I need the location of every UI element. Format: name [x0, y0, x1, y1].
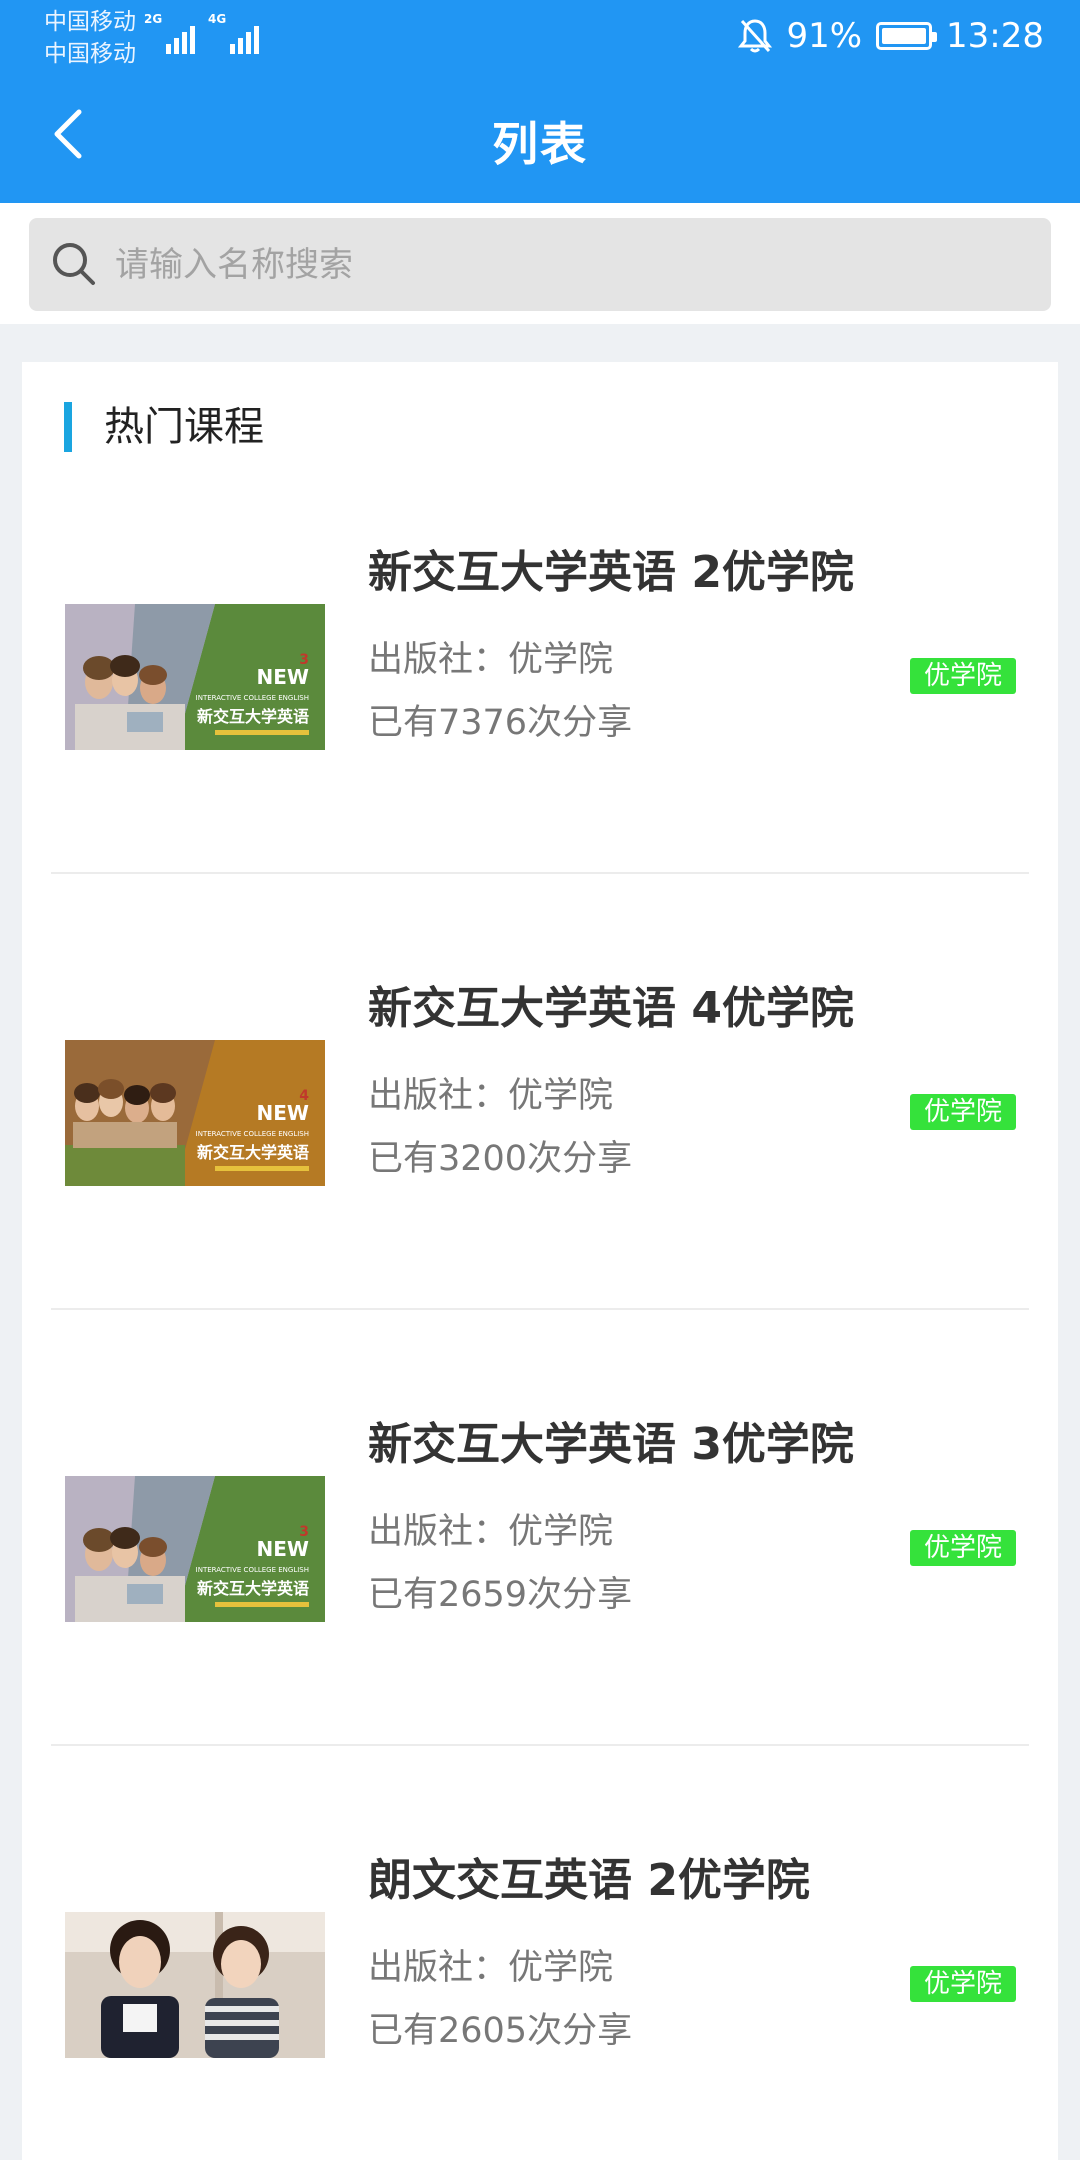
- search-box[interactable]: [29, 218, 1051, 311]
- cover-subtitle: INTERACTIVE COLLEGE ENGLISH: [196, 1130, 309, 1138]
- signal-2-label: 4G: [208, 12, 227, 26]
- course-title[interactable]: 新交互大学英语 3优学院: [368, 1408, 854, 1472]
- cover-subtitle: INTERACTIVE COLLEGE ENGLISH: [196, 694, 309, 702]
- signal-1-label: 2G: [144, 12, 163, 26]
- search-icon: [53, 242, 95, 285]
- divider: [51, 1744, 1029, 1746]
- signal-bars-icon: [230, 20, 270, 54]
- course-cover-image: 3 NEW INTERACTIVE COLLEGE ENGLISH 新交互大学英…: [65, 604, 325, 750]
- course-publisher: 出版社：优学院: [368, 1512, 614, 1552]
- course-share-count: 已有2659次分享: [368, 1575, 633, 1615]
- carrier-2: 中国移动: [44, 41, 136, 67]
- course-publisher: 出版社：优学院: [368, 1948, 614, 1988]
- search-area: [0, 203, 1080, 324]
- course-share-count: 已有3200次分享: [368, 1139, 633, 1179]
- course-cover-image: [65, 1912, 325, 2058]
- section-accent-bar: [64, 402, 72, 452]
- cover-brand: NEW: [257, 1537, 309, 1561]
- app-header: 中国移动 中国移动 2G 4G 91% 13:28 列表: [0, 0, 1080, 203]
- course-title[interactable]: 新交互大学英语 2优学院: [368, 536, 854, 600]
- signal-bars-icon: [166, 20, 206, 54]
- course-item[interactable]: 3 NEW INTERACTIVE COLLEGE ENGLISH 新交互大学英…: [22, 1318, 1058, 1754]
- search-input[interactable]: [103, 218, 1051, 311]
- cover-title: 新交互大学英语: [197, 707, 309, 726]
- cover-brand: NEW: [257, 665, 309, 689]
- battery-icon: [876, 22, 938, 50]
- page-title: 列表: [492, 117, 588, 171]
- course-title[interactable]: 朗文交互英语 2优学院: [368, 1844, 810, 1908]
- course-cover-image: 4 NEW INTERACTIVE COLLEGE ENGLISH 新交互大学英…: [65, 1040, 325, 1186]
- course-list-card: 热门课程 3 NEW INTERACTIVE COLLEGE ENGLISH 新…: [22, 362, 1058, 2160]
- publisher-tag: 优学院: [910, 1094, 1016, 1130]
- cover-brand: NEW: [257, 1101, 309, 1125]
- status-bar: 中国移动 中国移动 2G 4G 91% 13:28: [0, 0, 1080, 70]
- course-item[interactable]: 3 NEW INTERACTIVE COLLEGE ENGLISH 新交互大学英…: [22, 446, 1058, 882]
- publisher-tag: 优学院: [910, 1530, 1016, 1566]
- cover-title: 新交互大学英语: [197, 1143, 309, 1162]
- course-item[interactable]: 4 NEW INTERACTIVE COLLEGE ENGLISH 新交互大学英…: [22, 882, 1058, 1318]
- carrier-1: 中国移动: [44, 9, 136, 35]
- divider: [51, 872, 1029, 874]
- battery-percent: 91%: [786, 16, 863, 56]
- publisher-tag: 优学院: [910, 1966, 1016, 2002]
- course-publisher: 出版社：优学院: [368, 640, 614, 680]
- course-share-count: 已有7376次分享: [368, 703, 633, 743]
- cover-subtitle: INTERACTIVE COLLEGE ENGLISH: [196, 1566, 309, 1574]
- course-title[interactable]: 新交互大学英语 4优学院: [368, 972, 854, 1036]
- status-right: 91% 13:28: [738, 14, 1044, 58]
- divider: [51, 1308, 1029, 1310]
- publisher-tag: 优学院: [910, 658, 1016, 694]
- course-item[interactable]: 朗文交互英语 2优学院 出版社：优学院 已有2605次分享 优学院: [22, 1754, 1058, 2160]
- clock: 13:28: [946, 16, 1044, 56]
- cover-title: 新交互大学英语: [197, 1579, 309, 1598]
- course-share-count: 已有2605次分享: [368, 2011, 633, 2051]
- bell-off-icon: [738, 19, 773, 53]
- course-publisher: 出版社：优学院: [368, 1076, 614, 1116]
- section-title: 热门课程: [104, 404, 264, 450]
- carrier-info: 中国移动 中国移动: [44, 6, 136, 70]
- title-bar: 列表: [0, 70, 1080, 203]
- course-cover-image: 3 NEW INTERACTIVE COLLEGE ENGLISH 新交互大学英…: [65, 1476, 325, 1622]
